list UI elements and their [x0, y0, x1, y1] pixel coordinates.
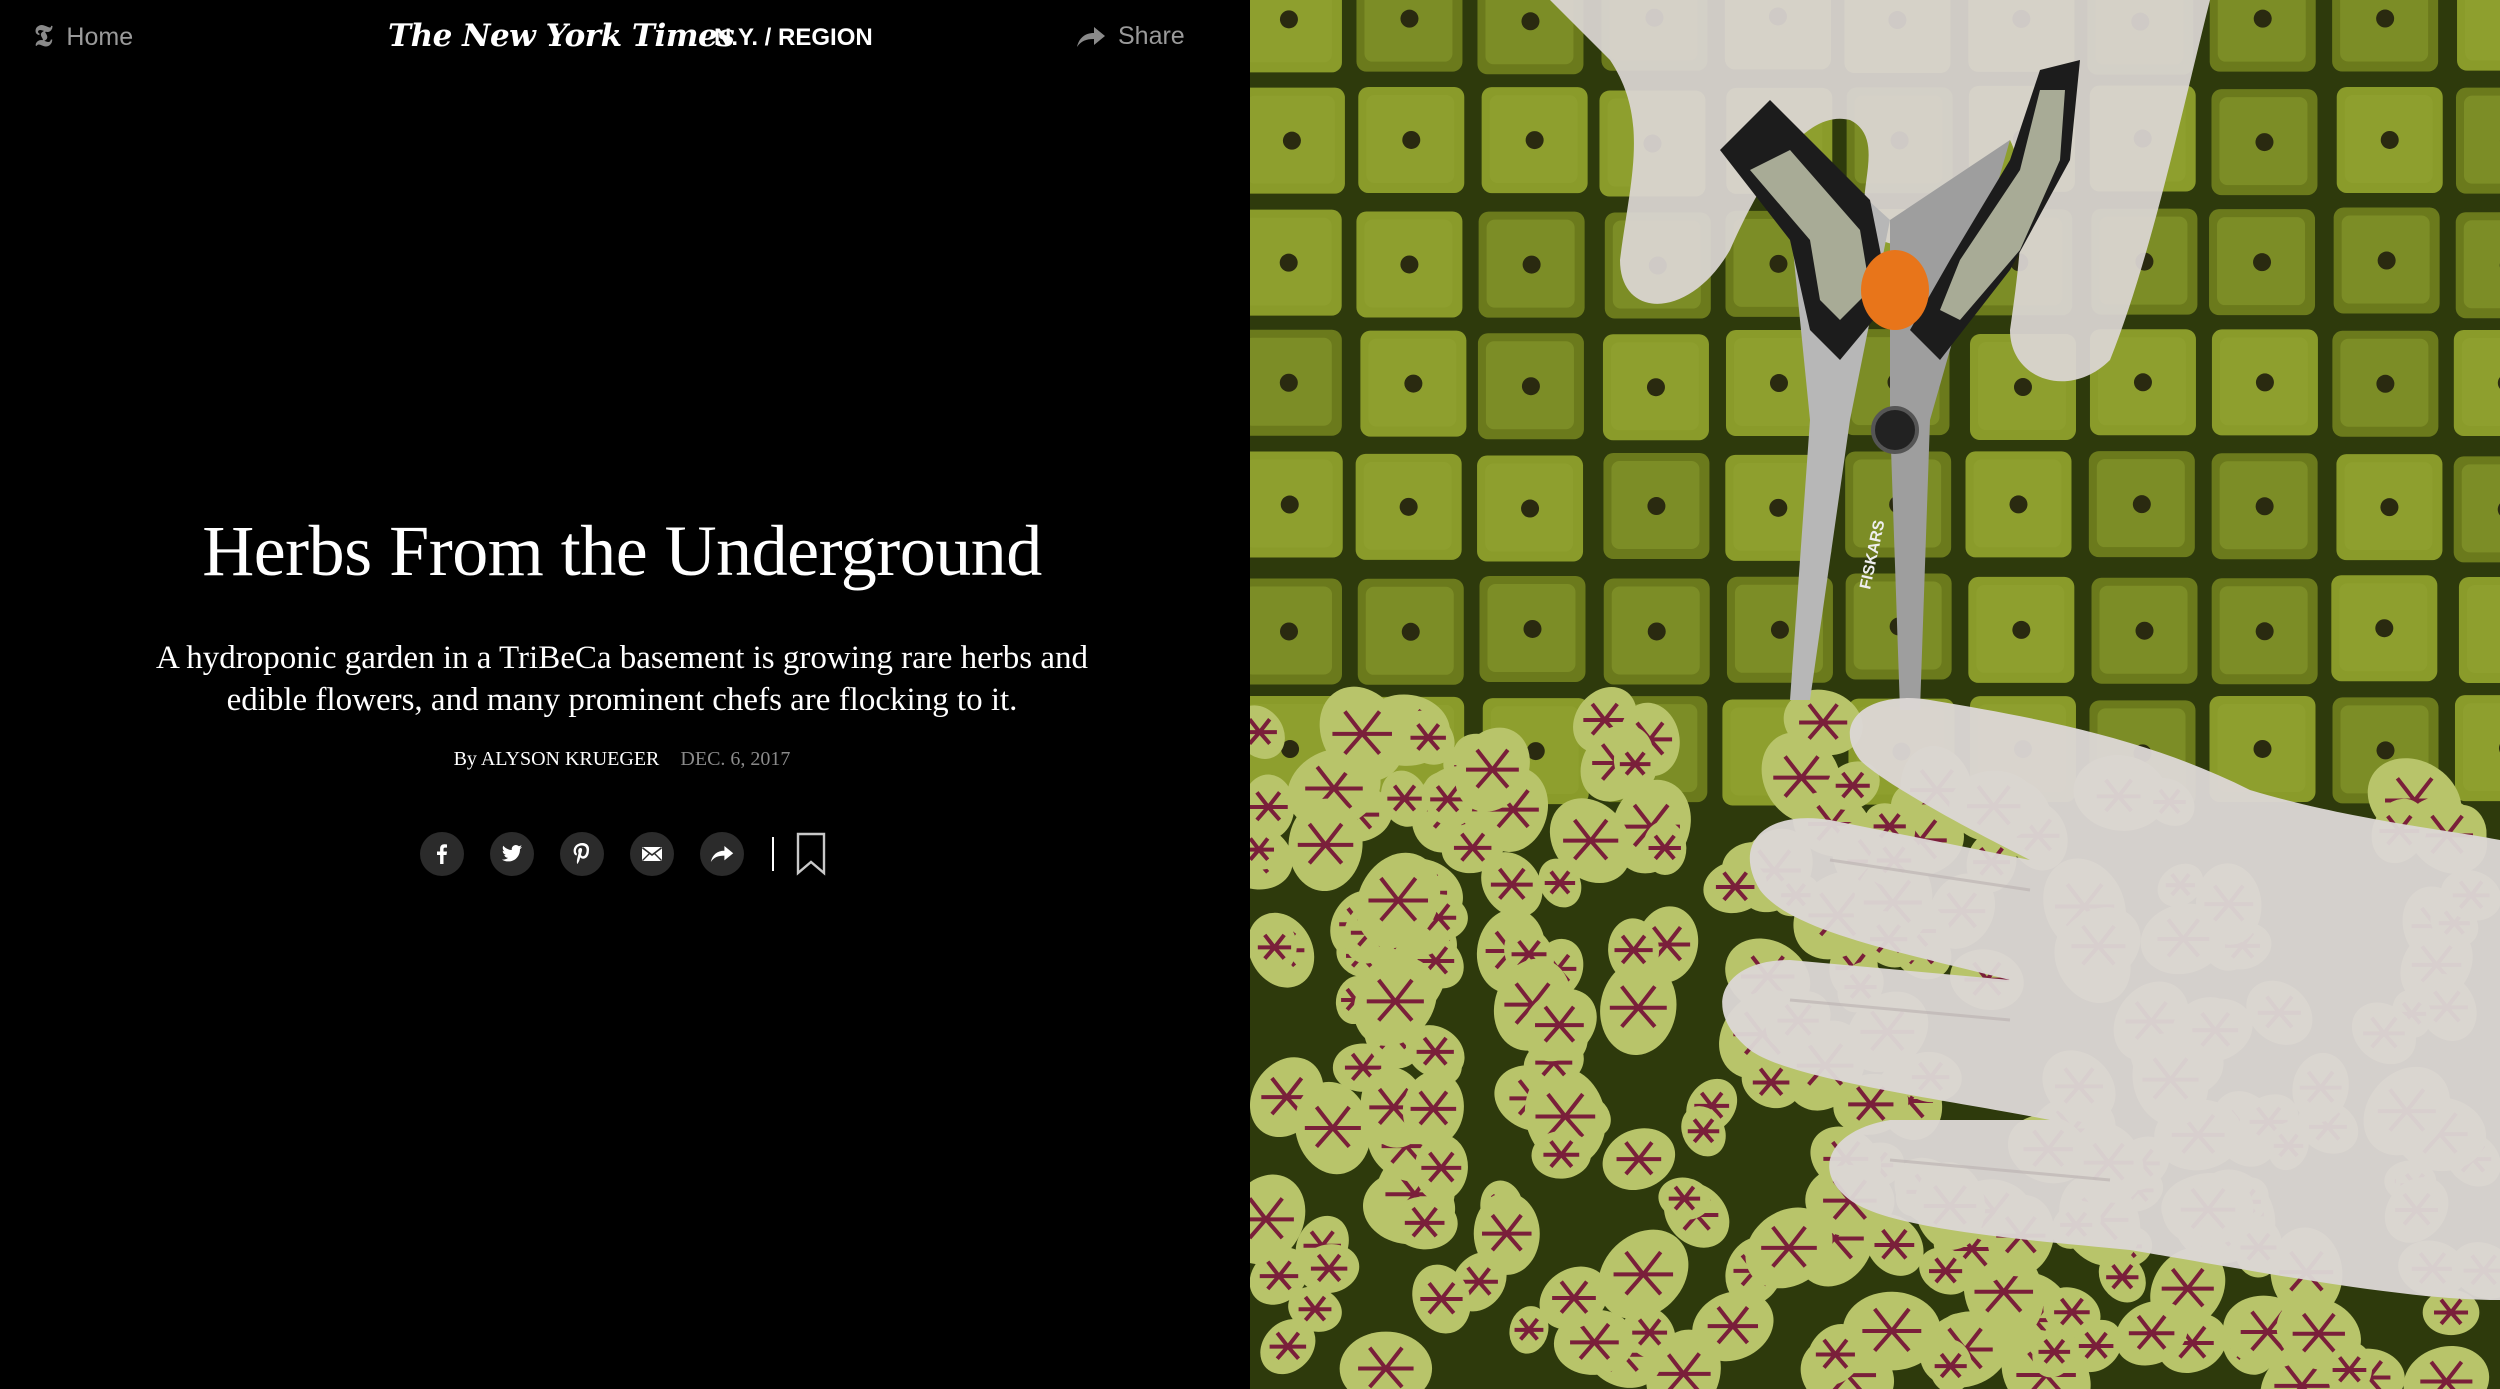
moss-cube-hole	[1522, 255, 1541, 274]
scissor-lock-button	[1861, 250, 1929, 330]
moss-cube-hole	[2253, 253, 2272, 272]
moss-cube-highlight	[2340, 0, 2429, 62]
moss-cube-highlight	[2463, 220, 2500, 309]
nyt-logo[interactable]: The New York Times	[388, 18, 735, 54]
moss-cube-hole	[2255, 622, 2274, 641]
moss-cube-hole	[1404, 374, 1423, 393]
save-bookmark-button[interactable]	[796, 832, 826, 876]
moss-cube-highlight	[2461, 337, 2500, 426]
moss-cube-highlight	[1250, 0, 1332, 63]
home-link[interactable]: 𝕿 Home	[34, 22, 133, 52]
section-link[interactable]: N.Y. / REGION	[714, 24, 873, 52]
moss-cube-hole	[1646, 378, 1665, 397]
bookmark-icon	[796, 832, 826, 876]
moss-cube-hole	[2255, 133, 2274, 152]
moss-cube-hole	[2132, 495, 2151, 514]
moss-cube-highlight	[2461, 464, 2500, 553]
moss-cube-hole	[2009, 495, 2028, 514]
article-header-panel: 𝕿 Home The New York Times N.Y. / REGION …	[0, 0, 1250, 1389]
moss-cube-hole	[2376, 9, 2395, 28]
nyt-t-logo-icon: 𝕿	[34, 19, 53, 54]
email-icon	[642, 847, 662, 861]
moss-cube-hole	[1521, 12, 1540, 31]
byline-prefix: By	[453, 748, 477, 770]
moss-cube-hole	[1279, 622, 1298, 641]
moss-cube-highlight	[1364, 0, 1453, 62]
moss-cube-hole	[2013, 378, 2032, 397]
moss-cube-hole	[1525, 131, 1544, 150]
moss-cube-hole	[2255, 497, 2274, 516]
moss-cube-hole	[1279, 10, 1298, 29]
moss-cube-hole	[1399, 497, 1418, 516]
moss-cube-hole	[1769, 374, 1788, 393]
moss-cube-hole	[1647, 497, 1666, 516]
moss-cube-hole	[1400, 9, 1419, 28]
moss-cube-hole	[2377, 251, 2396, 270]
moss-cube-hole	[1279, 373, 1298, 392]
email-share-button[interactable]	[630, 832, 674, 876]
moss-cube-highlight	[2463, 95, 2500, 184]
share-divider	[772, 837, 774, 871]
share-label: Share	[1118, 22, 1185, 50]
moss-cube-hole	[2376, 374, 2395, 393]
moss-cube-hole	[1279, 253, 1298, 272]
moss-cube-hole	[2135, 621, 2154, 640]
moss-cube-hole	[2375, 619, 2394, 638]
social-share-bar	[420, 832, 826, 876]
moss-cube-hole	[2253, 9, 2272, 28]
moss-cube-hole	[1280, 495, 1299, 514]
share-button[interactable]: Share	[1076, 22, 1185, 51]
moss-cube-hole	[2255, 373, 2274, 392]
publish-date: DEC. 6, 2017	[680, 748, 791, 770]
moss-cube-hole	[1400, 255, 1419, 274]
share-icon	[710, 846, 734, 862]
scissor-pivot	[1871, 406, 1919, 454]
moss-cube-highlight	[2462, 703, 2500, 792]
share-arrow-icon	[1077, 26, 1105, 47]
home-label: Home	[66, 22, 134, 51]
moss-cube-hole	[2380, 130, 2399, 149]
moss-cube-highlight	[2466, 584, 2500, 673]
lead-photo: FISKARS	[1250, 0, 2500, 1389]
pinterest-share-button[interactable]	[560, 832, 604, 876]
pinterest-icon	[573, 843, 590, 864]
moss-cube-hole	[1523, 619, 1542, 638]
moss-cube-highlight	[2217, 0, 2306, 62]
twitter-icon	[501, 845, 523, 862]
moss-cube-hole	[2133, 373, 2152, 392]
moss-cube-highlight	[2465, 0, 2500, 61]
moss-cube-hole	[2012, 620, 2031, 639]
moss-cube-hole	[1521, 499, 1540, 518]
headline: Herbs From the Underground	[202, 511, 1042, 591]
facebook-share-button[interactable]	[420, 832, 464, 876]
facebook-icon	[437, 844, 447, 864]
moss-cube-hole	[1770, 620, 1789, 639]
moss-cube-hole	[1769, 254, 1788, 273]
twitter-share-button[interactable]	[490, 832, 534, 876]
top-navigation-bar: 𝕿 Home The New York Times N.Y. / REGION …	[0, 0, 1250, 80]
moss-cube-hole	[1282, 131, 1301, 150]
moss-cube-hole	[2253, 739, 2272, 758]
moss-cube-hole	[1647, 622, 1666, 641]
author-name[interactable]: ALYSON KRUEGER	[481, 748, 660, 770]
moss-cube-hole	[1402, 130, 1421, 149]
moss-cube-hole	[2376, 741, 2395, 760]
hydroponic-garden-photo: FISKARS	[1250, 0, 2500, 1389]
moss-cube-hole	[2380, 498, 2399, 517]
moss-cube-hole	[1769, 498, 1788, 517]
moss-cube-hole	[1521, 377, 1540, 396]
more-share-button[interactable]	[700, 832, 744, 876]
summary-dek: A hydroponic garden in a TriBeCa basemen…	[155, 640, 1089, 718]
moss-cube-hole	[1401, 622, 1420, 641]
byline: By ALYSON KRUEGER DEC. 6, 2017	[0, 748, 1244, 771]
